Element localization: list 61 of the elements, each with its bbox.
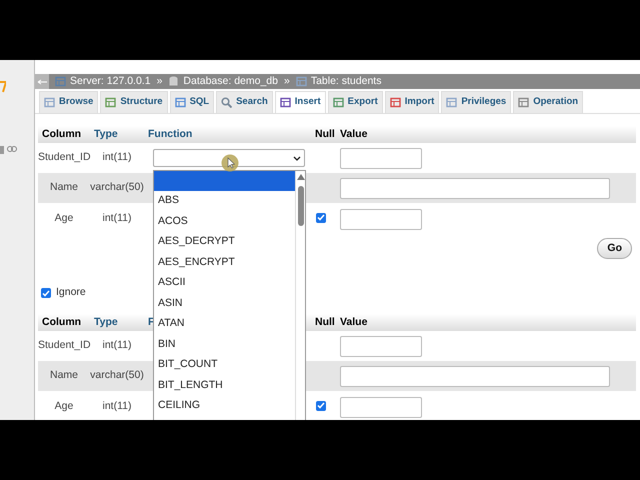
- dropdown-option[interactable]: CEILING: [154, 396, 295, 416]
- column-type: int(11): [102, 399, 132, 414]
- dropdown-option[interactable]: ASCII: [154, 273, 295, 294]
- tab[interactable]: SQL: [170, 91, 214, 113]
- table-link[interactable]: Table: students: [310, 74, 382, 90]
- dropdown-option[interactable]: BIN: [154, 334, 295, 355]
- caret-icon: [293, 156, 301, 160]
- search-icon: [221, 97, 232, 108]
- tab[interactable]: Import: [384, 91, 440, 113]
- value-field[interactable]: [340, 366, 610, 386]
- column-name: Name: [48, 368, 79, 384]
- grid-icon: [44, 97, 55, 108]
- link-icon: [6, 146, 17, 152]
- tab[interactable]: Privileges: [441, 91, 512, 113]
- value-field[interactable]: [340, 178, 610, 198]
- go-button[interactable]: Go: [597, 238, 632, 259]
- column-name: Student_ID: [38, 338, 90, 354]
- column-type: varchar(50): [90, 180, 144, 196]
- column-type: int(11): [102, 211, 132, 226]
- logo-fragment-icon: [0, 81, 6, 93]
- dropdown-option[interactable]: ABS: [154, 191, 295, 212]
- tab[interactable]: Insert: [274, 91, 326, 113]
- value-field[interactable]: [340, 396, 422, 418]
- tab[interactable]: Operation: [513, 91, 584, 113]
- breadcrumb-separator: »: [284, 74, 290, 89]
- dropdown-option[interactable]: BIT_LENGTH: [154, 376, 295, 396]
- column-name: Age: [54, 399, 74, 414]
- back-arrow-icon: [37, 78, 47, 84]
- column-name: Age: [54, 211, 74, 226]
- dropdown-option[interactable]: ASIN: [154, 294, 295, 314]
- dropdown-option[interactable]: AES_ENCRYPT: [154, 252, 295, 273]
- value-field[interactable]: [340, 208, 422, 230]
- tab[interactable]: Search: [216, 91, 273, 113]
- value-field[interactable]: [340, 336, 422, 356]
- column-type: varchar(50): [90, 368, 144, 384]
- dropdown-option[interactable]: AES_DECRYPT: [154, 232, 295, 252]
- scroll-up-icon[interactable]: [297, 174, 305, 180]
- dropdown-option[interactable]: ACOS: [154, 212, 295, 232]
- null-checkbox[interactable]: [316, 400, 326, 411]
- null-checkbox[interactable]: [316, 212, 326, 223]
- back-button[interactable]: [35, 74, 49, 89]
- checkbox-label: Ignore: [56, 285, 86, 300]
- column-name: Name: [48, 180, 79, 196]
- column-name: Student_ID: [38, 150, 90, 166]
- column-type: int(11): [102, 150, 132, 166]
- tab[interactable]: Browse: [39, 91, 98, 113]
- server-link[interactable]: Server: 127.0.0.1: [70, 74, 151, 90]
- database-icon: [168, 76, 180, 87]
- tab[interactable]: Export: [328, 91, 383, 113]
- database-link[interactable]: Database: demo_db: [183, 74, 278, 90]
- breadcrumb-separator: »: [156, 74, 162, 89]
- dropdown-option[interactable]: BIT_COUNT: [154, 355, 295, 376]
- scroll-thumb[interactable]: [298, 186, 304, 226]
- table-header: Column Type Function Null Value: [38, 126, 636, 143]
- tab[interactable]: Structure: [100, 91, 168, 113]
- square-icon: [0, 146, 4, 154]
- ignore-checkbox[interactable]: [41, 288, 51, 298]
- table-icon: [296, 76, 307, 87]
- value-field[interactable]: [340, 148, 422, 168]
- function-select[interactable]: [153, 149, 305, 167]
- column-type: int(11): [102, 338, 132, 354]
